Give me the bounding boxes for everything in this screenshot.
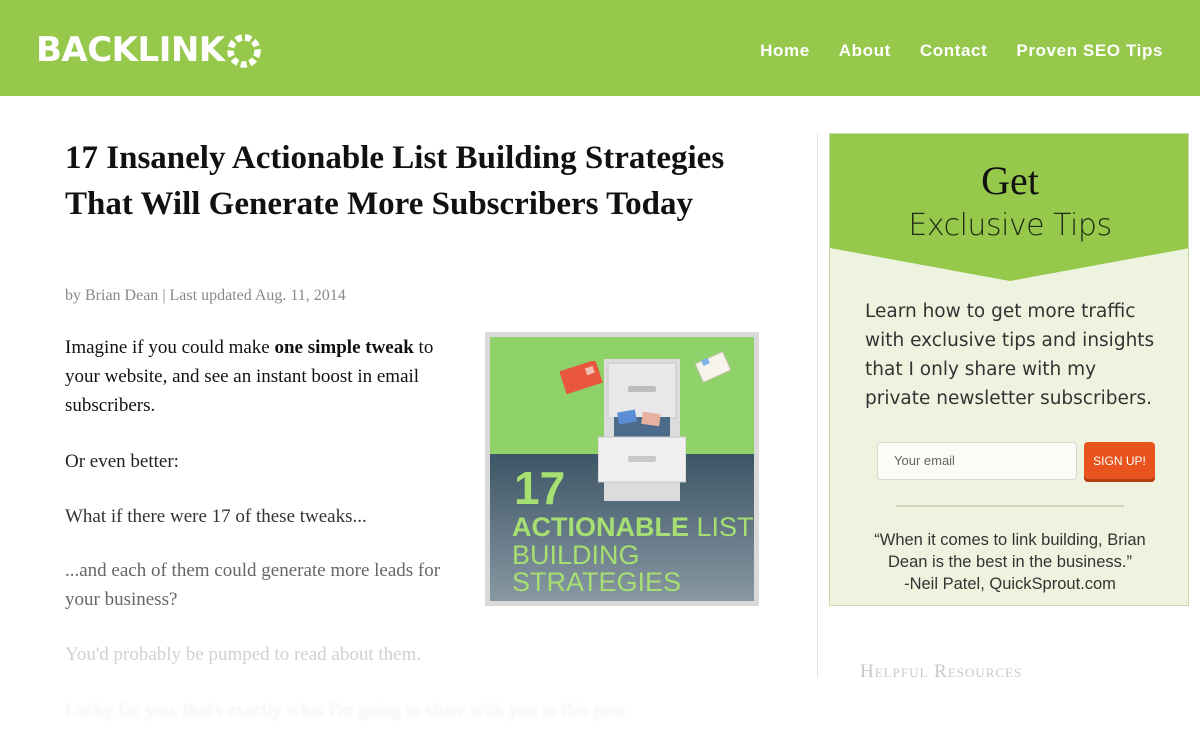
article-byline: by Brian Dean | Last updated Aug. 11, 20… [65, 286, 346, 306]
optin-heading-get: Get [981, 158, 1039, 203]
paragraph-bold-text: one simple tweak [274, 337, 414, 358]
testimonial-line: “When it comes to link building, Brian [874, 531, 1146, 549]
feature-image-word: LIST [689, 512, 754, 542]
white-envelope-icon [694, 351, 732, 383]
feature-image-line: ACTIONABLE LIST [512, 513, 754, 541]
nav-home-link[interactable]: Home [760, 40, 810, 62]
article-feature-image: 17 ACTIONABLE LIST BUILDING STRATEGIES [485, 332, 759, 606]
feature-image-line: STRATEGIES [512, 567, 682, 597]
newsletter-optin-box: Get Exclusive Tips Learn how to get more… [829, 133, 1189, 606]
testimonial-line: Dean is the best in the business.” [888, 553, 1132, 571]
nav-about-link[interactable]: About [839, 40, 891, 62]
nav-proven-seo-tips-link[interactable]: Proven SEO Tips [1016, 40, 1163, 62]
article-paragraph: Or even better: [65, 451, 179, 472]
site-header: BACKLINK Home About Contact Proven SEO T… [0, 0, 1200, 96]
optin-heading-tips: Exclusive Tips [908, 208, 1112, 243]
nav-contact-link[interactable]: Contact [920, 40, 987, 62]
email-input[interactable]: Your email [877, 442, 1077, 480]
logo-o-icon [226, 34, 261, 68]
file-cabinet-illustration [598, 359, 686, 501]
article-paragraph: Imagine if you could make one simple twe… [65, 333, 445, 420]
helpful-resources-heading: Helpful Resources [860, 661, 1023, 682]
article-paragraph: You'd probably be pumped to read about t… [65, 644, 422, 665]
site-logo[interactable]: BACKLINK [36, 30, 262, 70]
signup-button[interactable]: SIGN UP! [1084, 442, 1155, 482]
feature-image-bold-word: ACTIONABLE [512, 512, 689, 542]
testimonial-quote: “When it comes to link building, Brian D… [830, 529, 1188, 595]
paragraph-text: Imagine if you could make [65, 337, 275, 358]
article-paragraph: What if there were 17 of these tweaks... [65, 506, 367, 527]
article-title: 17 Insanely Actionable List Building Str… [65, 140, 725, 222]
byline-separator: | [158, 287, 170, 304]
article-paragraph: ...and each of them could generate more … [65, 560, 441, 610]
article-paragraph: Lucky for you, that's exactly what I'm g… [65, 700, 631, 721]
main-nav: Home About Contact Proven SEO Tips [760, 40, 1163, 62]
byline-date: Last updated Aug. 11, 2014 [169, 287, 346, 304]
optin-separator [896, 505, 1124, 507]
testimonial-attribution: -Neil Patel, QuickSprout.com [904, 575, 1116, 593]
byline-author[interactable]: by Brian Dean [65, 287, 158, 304]
red-envelope-icon [560, 361, 603, 395]
feature-image-canvas: 17 ACTIONABLE LIST BUILDING STRATEGIES [490, 337, 754, 601]
feature-image-line: BUILDING [512, 540, 640, 570]
sidebar-divider [817, 133, 818, 678]
feature-image-number: 17 [514, 462, 566, 514]
logo-text: BACKLINK [36, 30, 225, 70]
optin-description: Learn how to get more traffic with exclu… [865, 301, 1155, 409]
